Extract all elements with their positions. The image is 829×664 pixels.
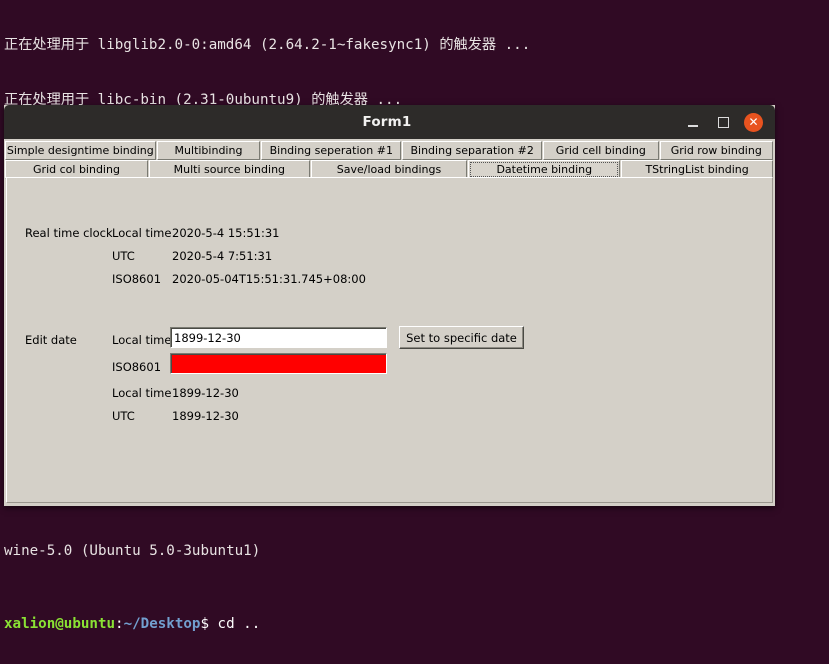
prompt-colon: : [115, 616, 124, 633]
value-realtime-iso8601: 2020-05-04T15:51:31.745+08:00 [172, 272, 366, 286]
set-to-specific-date-button[interactable]: Set to specific date [399, 326, 524, 349]
tab-binding-separation-2[interactable]: Binding separation #2 [402, 141, 543, 160]
edit-local-time-input[interactable]: 1899-12-30 [170, 327, 387, 348]
window-controls: ✕ [684, 112, 775, 132]
desktop-screen: 正在处理用于 libglib2.0-0:amd64 (2.64.2-1~fake… [0, 0, 829, 664]
label-result-local-time: Local time [112, 386, 172, 400]
prompt-user-host: xalion@ubuntu [4, 616, 116, 633]
terminal-line: 正在处理用于 libglib2.0-0:amd64 (2.64.2-1~fake… [4, 37, 531, 54]
terminal-line-wine-version: wine-5.0 (Ubuntu 5.0-3ubuntu1) [4, 543, 261, 560]
window-title: Form1 [362, 114, 412, 130]
label-real-time-clock: Real time clock [25, 226, 113, 240]
label-result-utc: UTC [112, 409, 135, 423]
terminal-lower-output: wine-5.0 (Ubuntu 5.0-3ubuntu1) xalion@ub… [4, 506, 829, 664]
terminal-prompt-line: xalion@ubuntu:~/Desktop$ cd .. [4, 615, 829, 633]
minimize-icon[interactable] [684, 113, 702, 131]
tab-bar: Simple designtime binding Multibinding B… [4, 139, 775, 179]
label-realtime-utc: UTC [112, 249, 135, 263]
edit-iso8601-input[interactable] [170, 353, 387, 374]
label-edit-date: Edit date [25, 333, 77, 347]
window-titlebar[interactable]: Form1 ✕ [4, 105, 775, 139]
value-result-utc: 1899-12-30 [172, 409, 239, 423]
label-edit-local-time: Local time [112, 333, 172, 347]
label-edit-iso8601: ISO8601 [112, 360, 162, 374]
value-result-local-time: 1899-12-30 [172, 386, 239, 400]
tab-simple-designtime-binding[interactable]: Simple designtime binding [5, 141, 156, 160]
maximize-icon[interactable] [714, 113, 732, 131]
tab-multibinding[interactable]: Multibinding [156, 141, 261, 160]
tab-binding-seperation-1[interactable]: Binding seperation #1 [261, 141, 402, 160]
value-realtime-utc: 2020-5-4 7:51:31 [172, 249, 273, 263]
label-realtime-iso8601: ISO8601 [112, 272, 162, 286]
label-realtime-local-time: Local time [112, 226, 172, 240]
close-icon[interactable]: ✕ [744, 112, 763, 132]
tab-row-1: Simple designtime binding Multibinding B… [5, 141, 774, 160]
prompt-command: cd .. [209, 616, 261, 633]
form1-window: Form1 ✕ Simple designtime binding Multib… [4, 105, 775, 506]
datetime-binding-panel: Real time clock Local time 2020-5-4 15:5… [6, 177, 773, 503]
tab-grid-cell-binding[interactable]: Grid cell binding [543, 141, 659, 160]
prompt-dollar: $ [200, 616, 210, 633]
tab-grid-row-binding[interactable]: Grid row binding [659, 141, 773, 160]
value-realtime-local-time: 2020-5-4 15:51:31 [172, 226, 280, 240]
prompt-path: ~/Desktop [123, 616, 201, 633]
